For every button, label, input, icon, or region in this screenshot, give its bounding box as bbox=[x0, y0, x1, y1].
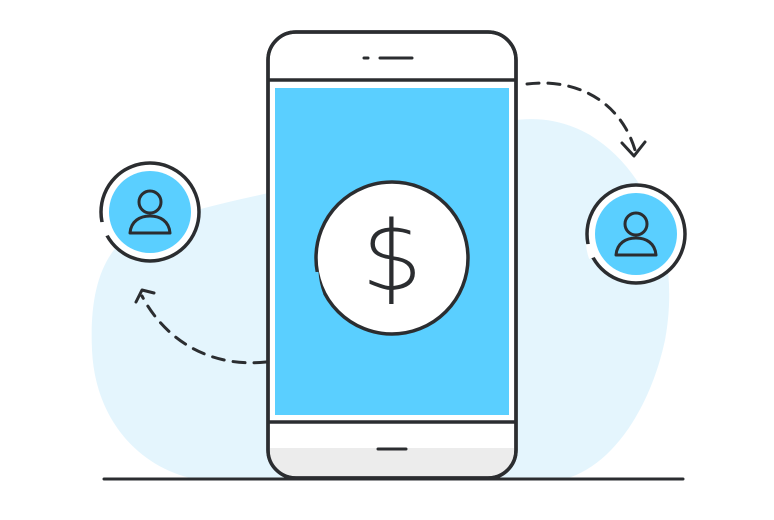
dollar-coin-icon: $ bbox=[313, 180, 470, 336]
sender-avatar bbox=[99, 161, 201, 263]
illustration-canvas: $ bbox=[91, 30, 687, 481]
currency-symbol: $ bbox=[361, 201, 422, 313]
receiver-avatar bbox=[585, 183, 687, 285]
money-transfer-illustration: $ bbox=[0, 0, 774, 520]
